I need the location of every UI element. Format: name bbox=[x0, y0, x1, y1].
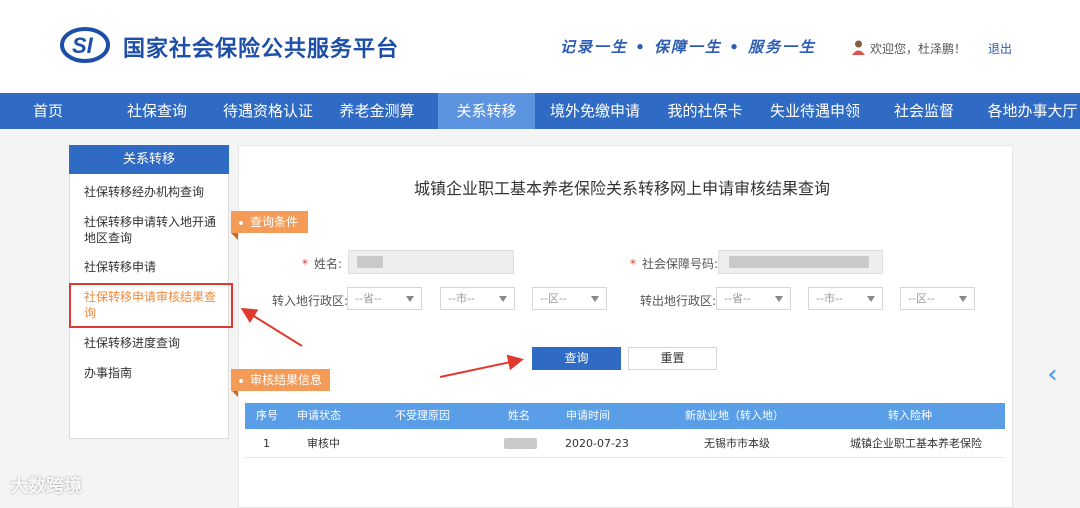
site-title: 国家社会保险公共服务平台 bbox=[123, 37, 400, 62]
highlight-box bbox=[69, 283, 233, 328]
out-region-label: 转出地行政区: bbox=[640, 294, 717, 308]
cell-status: 审核中 bbox=[307, 437, 340, 450]
chevron-down-icon bbox=[775, 296, 783, 302]
bullet-icon bbox=[239, 378, 243, 383]
chevron-down-icon bbox=[591, 296, 599, 302]
sidebar-item-progress-query[interactable]: 社保转移进度查询 bbox=[84, 335, 180, 351]
nav-unemployment-benefit[interactable]: 失业待遇申领 bbox=[760, 93, 870, 129]
redacted-name bbox=[504, 438, 537, 449]
th-status: 申请状态 bbox=[297, 409, 341, 422]
main-nav: 首页 社保查询 待遇资格认证 养老金测算 关系转移 境外免缴申请 我的社保卡 失… bbox=[0, 93, 1080, 129]
tag-fold bbox=[231, 390, 238, 397]
in-region-label: 转入地行政区: bbox=[272, 294, 349, 308]
chevron-down-icon bbox=[959, 296, 967, 302]
select-value: --区-- bbox=[540, 292, 567, 305]
sidebar-item-label: 地区查询 bbox=[84, 231, 133, 245]
th-new-location: 新就业地（转入地） bbox=[685, 409, 784, 422]
sidebar-item-label: 社保转移申请转入地开通 bbox=[84, 215, 217, 229]
nav-local-service-hall[interactable]: 各地办事大厅 bbox=[985, 93, 1080, 129]
tag-fold bbox=[231, 233, 238, 240]
chevron-down-icon bbox=[867, 296, 875, 302]
nav-home[interactable]: 首页 bbox=[0, 93, 96, 129]
sidebar-item-agency-query[interactable]: 社保转移经办机构查询 bbox=[84, 184, 204, 200]
cell-apply-time: 2020-07-23 bbox=[565, 437, 629, 450]
in-city-select[interactable]: --市-- bbox=[440, 287, 515, 310]
th-apply-time: 申请时间 bbox=[566, 409, 610, 422]
nav-social-supervision[interactable]: 社会监督 bbox=[880, 93, 968, 129]
select-value: --省-- bbox=[355, 292, 382, 305]
out-district-select[interactable]: --区-- bbox=[900, 287, 975, 310]
out-province-select[interactable]: --省-- bbox=[716, 287, 791, 310]
redacted-value bbox=[357, 256, 383, 268]
page-title: 城镇企业职工基本养老保险关系转移网上申请审核结果查询 bbox=[414, 179, 831, 198]
label-text: 姓名: bbox=[314, 257, 343, 271]
cell-new-location: 无锡市市本级 bbox=[704, 437, 770, 450]
nav-overseas-exemption[interactable]: 境外免缴申请 bbox=[540, 93, 650, 129]
reset-button[interactable]: 重置 bbox=[628, 347, 717, 370]
site-slogan: 记录一生 • 保障一生 • 服务一生 bbox=[560, 38, 817, 56]
sidebar-item-guide[interactable]: 办事指南 bbox=[84, 365, 132, 381]
si-logo-icon[interactable]: SI bbox=[60, 26, 110, 64]
svg-text:SI: SI bbox=[72, 33, 94, 58]
nav-pension-calculator[interactable]: 养老金测算 bbox=[328, 93, 426, 129]
chevron-down-icon bbox=[406, 296, 414, 302]
redacted-value bbox=[729, 256, 869, 268]
nav-eligibility-certification[interactable]: 待遇资格认证 bbox=[214, 93, 322, 129]
query-button[interactable]: 查询 bbox=[532, 347, 621, 370]
welcome-text: 欢迎您，杜泽鹏！ bbox=[870, 42, 967, 56]
nav-relation-transfer[interactable]: 关系转移 bbox=[438, 93, 535, 129]
name-label: * 姓名: bbox=[302, 257, 343, 271]
in-province-select[interactable]: --省-- bbox=[347, 287, 422, 310]
watermark: 大数跨境 bbox=[10, 476, 82, 497]
results-table-header: 序号 申请状态 不受理原因 姓名 申请时间 新就业地（转入地） 转入险种 bbox=[245, 403, 1005, 429]
out-city-select[interactable]: --市-- bbox=[808, 287, 883, 310]
site-header: SI 国家社会保险公共服务平台 记录一生 • 保障一生 • 服务一生 欢迎您，杜… bbox=[0, 0, 1080, 93]
cell-index: 1 bbox=[263, 437, 270, 450]
logout-link[interactable]: 退出 bbox=[988, 40, 1012, 57]
sidebar-item-transfer-apply[interactable]: 社保转移申请 bbox=[84, 259, 156, 275]
select-value: --市-- bbox=[816, 292, 843, 305]
select-value: --市-- bbox=[448, 292, 475, 305]
sidebar-item-region-query[interactable]: 社保转移申请转入地开通 地区查询 bbox=[84, 214, 216, 246]
label-text: 社会保障号码: bbox=[642, 257, 719, 271]
th-name: 姓名 bbox=[508, 409, 530, 422]
th-reason: 不受理原因 bbox=[395, 409, 450, 422]
nav-my-social-card[interactable]: 我的社保卡 bbox=[657, 93, 753, 129]
table-row[interactable]: 1 审核中 2020-07-23 无锡市市本级 城镇企业职工基本养老保险 bbox=[245, 429, 1005, 458]
name-field[interactable] bbox=[348, 250, 514, 274]
ssn-field[interactable] bbox=[718, 250, 883, 274]
select-value: --省-- bbox=[724, 292, 751, 305]
result-info-tag: 审核结果信息 bbox=[231, 369, 330, 391]
bullet-icon bbox=[239, 220, 243, 225]
query-conditions-tag: 查询条件 bbox=[231, 211, 308, 233]
in-district-select[interactable]: --区-- bbox=[532, 287, 607, 310]
nav-social-insurance-query[interactable]: 社保查询 bbox=[110, 93, 204, 129]
cell-insurance: 城镇企业职工基本养老保险 bbox=[850, 437, 982, 450]
select-value: --区-- bbox=[908, 292, 935, 305]
th-insurance: 转入险种 bbox=[888, 409, 932, 422]
tag-label: 查询条件 bbox=[250, 215, 299, 229]
user-avatar-icon bbox=[852, 40, 865, 55]
sidebar-title: 关系转移 bbox=[69, 145, 229, 174]
th-index: 序号 bbox=[256, 409, 278, 422]
ssn-label: * 社会保障号码: bbox=[630, 257, 719, 271]
tag-label: 审核结果信息 bbox=[250, 373, 323, 387]
chevron-down-icon bbox=[499, 296, 507, 302]
